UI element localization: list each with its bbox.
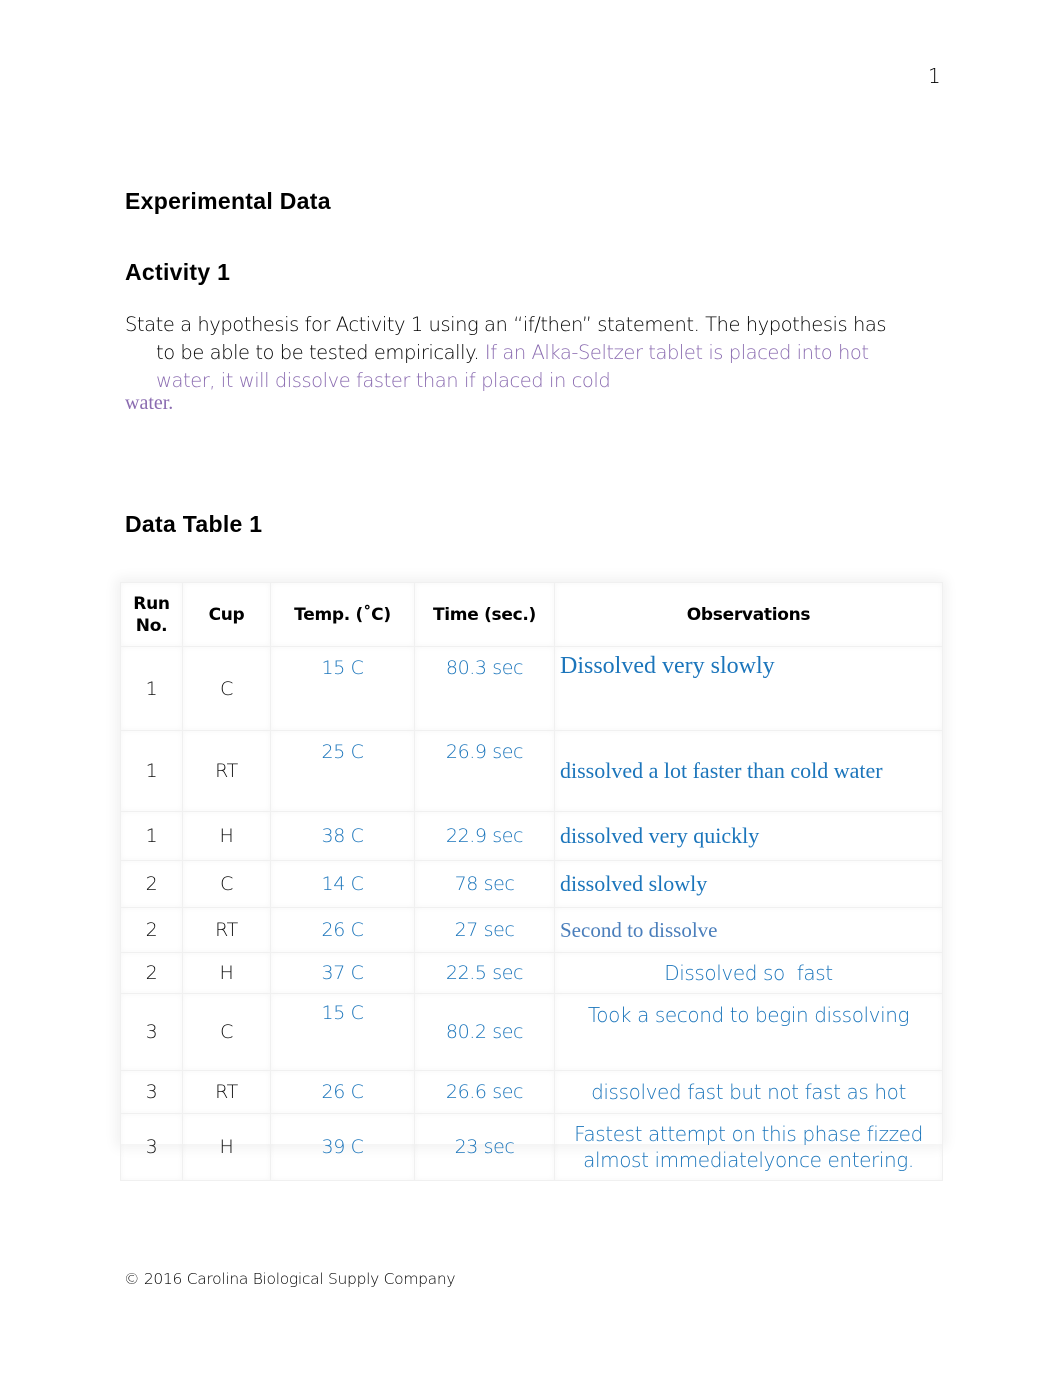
header-temp: Temp. (˚C) (270, 582, 415, 647)
data-table-1: Run No. Cup Temp. (˚C) Time (sec.) Obser… (120, 582, 943, 1181)
cell-cup[interactable]: C (182, 993, 271, 1071)
cell-temp[interactable]: 15 C (270, 993, 415, 1071)
cell-time[interactable]: 22.5 sec (414, 952, 555, 994)
data-table: Run No. Cup Temp. (˚C) Time (sec.) Obser… (120, 582, 943, 1181)
cell-time[interactable]: 26.6 sec (414, 1070, 555, 1114)
table-row: 2 C 14 C 78 sec dissolved slowly (120, 860, 943, 908)
page-number: 1 (928, 64, 941, 88)
cell-observation[interactable]: Dissolved very slowly (554, 646, 943, 731)
cell-observation[interactable]: dissolved a lot faster than cold water (554, 730, 943, 812)
heading-data-table-1: Data Table 1 (125, 511, 263, 537)
heading-experimental-data: Experimental Data (125, 188, 331, 214)
cell-observation[interactable]: dissolved fast but not fast as hot (554, 1070, 943, 1114)
cell-time[interactable]: 80.3 sec (414, 646, 555, 731)
cell-observation[interactable]: Took a second to begin dissolving (554, 993, 943, 1071)
hypothesis-prompt-line2: to be able to be tested empirically. (156, 341, 485, 364)
cell-temp[interactable]: 26 C (270, 907, 415, 953)
header-run-label: Run No. (133, 593, 170, 636)
cell-temp[interactable]: 26 C (270, 1070, 415, 1114)
table-row: 1 C 15 C 80.3 sec Dissolved very slowly (120, 646, 943, 731)
table-row: 2 H 37 C 22.5 sec Dissolved so fast (120, 952, 943, 994)
table-row: 3 H 39 C 23 sec Fastest attempt on this … (120, 1113, 943, 1181)
cell-run[interactable]: 1 (120, 646, 183, 731)
hypothesis-paragraph: State a hypothesis for Activity 1 using … (125, 311, 945, 395)
cell-cup[interactable]: RT (182, 907, 271, 953)
header-run-no: Run No. (120, 582, 183, 647)
heading-activity-1: Activity 1 (125, 259, 231, 285)
table-row: 2 RT 26 C 27 sec Second to dissolve (120, 907, 943, 953)
cell-time[interactable]: 78 sec (414, 860, 555, 908)
cell-run[interactable]: 2 (120, 952, 183, 994)
cell-temp[interactable]: 14 C (270, 860, 415, 908)
table-row: 3 C 15 C 80.2 sec Took a second to begin… (120, 993, 943, 1071)
header-cup: Cup (182, 582, 271, 647)
cell-observation[interactable]: dissolved slowly (554, 860, 943, 908)
header-time: Time (sec.) (414, 582, 555, 647)
cell-temp[interactable]: 15 C (270, 646, 415, 731)
hypothesis-prompt-line2-wrap: to be able to be tested empirically. If … (125, 339, 945, 367)
cell-cup[interactable]: H (182, 811, 271, 861)
hypothesis-answer-line2: water, it will dissolve faster than if p… (156, 369, 611, 392)
hypothesis-answer-line1: If an Alka-Seltzer tablet is placed into… (484, 341, 869, 364)
cell-observation[interactable]: Dissolved so fast (554, 952, 943, 994)
cell-time[interactable]: 27 sec (414, 907, 555, 953)
cell-temp[interactable]: 25 C (270, 730, 415, 812)
cell-cup[interactable]: C (182, 860, 271, 908)
cell-observation[interactable]: Fastest attempt on this phase fizzed alm… (554, 1113, 943, 1181)
cell-cup[interactable]: RT (182, 1070, 271, 1114)
cell-time[interactable]: 26.9 sec (414, 730, 555, 812)
cell-time[interactable]: 80.2 sec (414, 993, 555, 1071)
cell-time[interactable]: 23 sec (414, 1113, 555, 1181)
cell-run[interactable]: 3 (120, 993, 183, 1071)
cell-observation[interactable]: dissolved very quickly (554, 811, 943, 861)
cell-temp[interactable]: 39 C (270, 1113, 415, 1181)
cell-cup[interactable]: RT (182, 730, 271, 812)
cell-run[interactable]: 2 (120, 907, 183, 953)
cell-observation[interactable]: Second to dissolve (554, 907, 943, 953)
table-header-row: Run No. Cup Temp. (˚C) Time (sec.) Obser… (120, 582, 943, 647)
table-row: 1 H 38 C 22.9 sec dissolved very quickly (120, 811, 943, 861)
cell-run[interactable]: 1 (120, 811, 183, 861)
cell-cup[interactable]: H (182, 952, 271, 994)
cell-run[interactable]: 1 (120, 730, 183, 812)
cell-cup[interactable]: C (182, 646, 271, 731)
copyright-footer: © 2016 Carolina Biological Supply Compan… (124, 1270, 456, 1288)
cell-cup[interactable]: H (182, 1113, 271, 1181)
cell-temp[interactable]: 38 C (270, 811, 415, 861)
cell-temp[interactable]: 37 C (270, 952, 415, 994)
header-observations: Observations (554, 582, 943, 647)
hypothesis-prompt-line1: State a hypothesis for Activity 1 using … (125, 313, 887, 336)
hypothesis-answer-line3: water. (125, 392, 174, 414)
table-row: 1 RT 25 C 26.9 sec dissolved a lot faste… (120, 730, 943, 812)
cell-run[interactable]: 3 (120, 1113, 183, 1181)
cell-run[interactable]: 2 (120, 860, 183, 908)
cell-run[interactable]: 3 (120, 1070, 183, 1114)
table-row: 3 RT 26 C 26.6 sec dissolved fast but no… (120, 1070, 943, 1114)
cell-time[interactable]: 22.9 sec (414, 811, 555, 861)
